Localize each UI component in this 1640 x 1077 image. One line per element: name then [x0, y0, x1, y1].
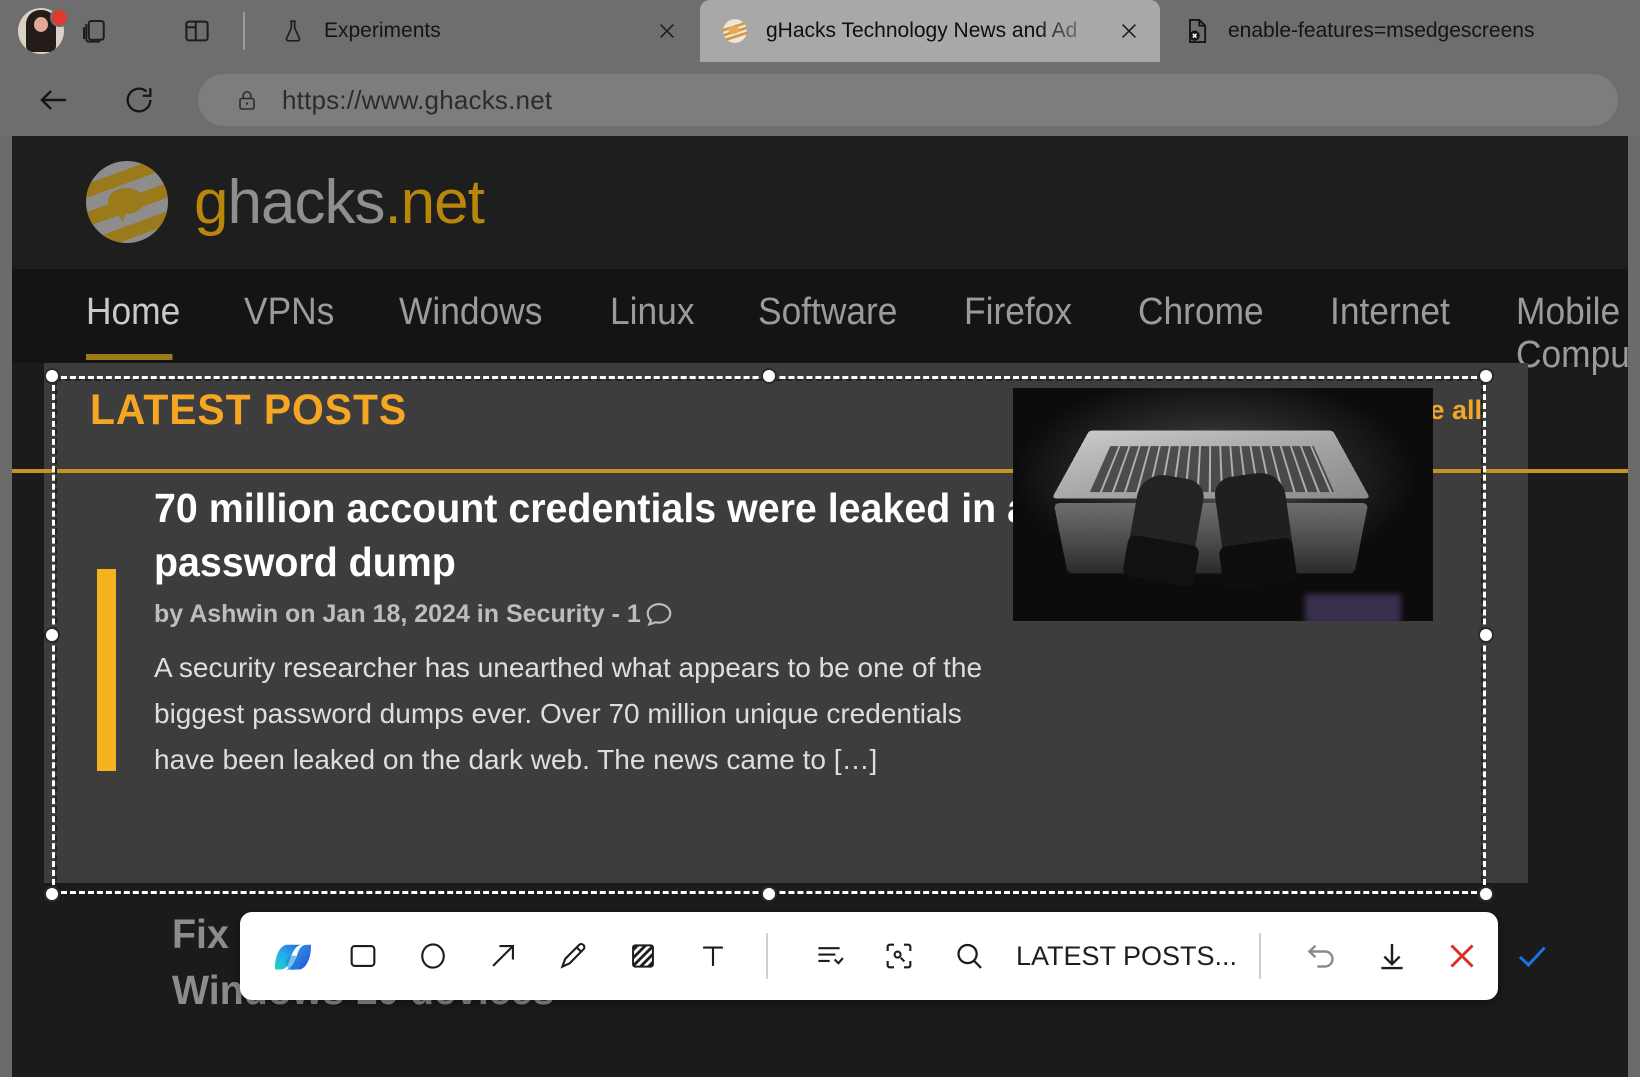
close-button[interactable]	[1431, 925, 1493, 987]
post-excerpt: A security researcher has unearthed what…	[154, 652, 983, 775]
navigation-bar: https://www.ghacks.net	[0, 62, 1640, 136]
visual-search-button[interactable]	[868, 925, 930, 987]
save-button[interactable]	[1361, 925, 1423, 987]
browser-tab-ghacks[interactable]: gHacks Technology News and Ad	[700, 0, 1160, 62]
arrow-tool-button[interactable]	[472, 925, 534, 987]
selection-handle-top-right[interactable]	[1478, 368, 1494, 384]
rectangle-tool-button[interactable]	[332, 925, 394, 987]
logo-text-net: .net	[384, 167, 484, 237]
selection-handle-bottom-left[interactable]	[44, 886, 60, 902]
selection-handle-middle-right[interactable]	[1478, 627, 1494, 643]
post-accent-bar	[97, 569, 116, 771]
nav-item-chrome[interactable]: Chrome	[1138, 269, 1264, 334]
tab-strip: Experiments gHacks Technology News and A…	[0, 0, 1640, 62]
blocked-file-icon	[1182, 16, 1212, 46]
undo-button[interactable]	[1291, 925, 1353, 987]
browser-chrome: Experiments gHacks Technology News and A…	[0, 0, 1640, 136]
profile-notification-badge	[50, 8, 69, 27]
selection-handle-top-center[interactable]	[761, 368, 777, 384]
tab-title: gHacks Technology News and Ad	[766, 19, 1078, 42]
browser-tab-experiments[interactable]: Experiments	[258, 0, 698, 62]
confirm-button[interactable]	[1501, 925, 1563, 987]
toolbar-divider-1	[766, 933, 768, 979]
text-tool-button[interactable]	[682, 925, 744, 987]
back-icon[interactable]	[32, 78, 76, 122]
screenshot-capture-toolbar: LATEST POSTS...	[240, 912, 1546, 1000]
section-title: LATEST POSTS	[90, 386, 408, 434]
toolbar-divider-2	[1259, 933, 1262, 979]
nav-item-windows[interactable]: Windows	[399, 269, 542, 334]
ghacks-globe-icon	[720, 16, 750, 46]
nav-item-vpns[interactable]: VPNs	[244, 269, 334, 334]
selection-handle-bottom-center[interactable]	[761, 886, 777, 902]
browser-tab-enable-features[interactable]: enable-features=msedgescreens	[1162, 0, 1640, 62]
selection-handle-middle-left[interactable]	[44, 627, 60, 643]
address-bar[interactable]: https://www.ghacks.net	[198, 74, 1618, 126]
logo-text-hacks: hacks	[227, 167, 385, 237]
selection-handle-bottom-right[interactable]	[1478, 886, 1494, 902]
tab-close-icon[interactable]	[650, 14, 684, 48]
split-screen-icon[interactable]	[180, 14, 214, 48]
copilot-icon[interactable]	[262, 925, 324, 987]
tab-title: enable-features=msedgescreens	[1228, 19, 1535, 42]
comment-icon[interactable]	[644, 599, 674, 629]
nav-item-mobile-computing[interactable]: Mobile Computing	[1516, 269, 1628, 377]
nav-item-software[interactable]: Software	[758, 269, 897, 334]
chrome-separator	[243, 12, 245, 50]
tab-title: Experiments	[324, 19, 441, 42]
ghacks-globe-logo-icon	[86, 161, 168, 243]
address-bar-url: https://www.ghacks.net	[282, 84, 553, 115]
nav-item-internet[interactable]: Internet	[1330, 269, 1450, 334]
post-meta-text: by Ashwin on Jan 18, 2024 in Security - …	[154, 599, 641, 628]
site-name: ghacks.net	[194, 167, 485, 238]
site-header: ghacks.net	[12, 136, 1628, 269]
ellipse-tool-button[interactable]	[402, 925, 464, 987]
site-logo[interactable]: ghacks.net	[86, 161, 485, 243]
nav-item-firefox[interactable]: Firefox	[964, 269, 1072, 334]
lock-icon	[234, 86, 260, 114]
post-meta: by Ashwin on Jan 18, 2024 in Security - …	[154, 599, 674, 629]
highlighter-tool-button[interactable]	[612, 925, 674, 987]
logo-text-g: g	[194, 167, 228, 237]
reload-icon[interactable]	[117, 78, 161, 122]
nav-item-home[interactable]: Home	[86, 269, 180, 360]
tab-close-icon[interactable]	[1112, 14, 1146, 48]
nav-item-linux[interactable]: Linux	[610, 269, 694, 334]
selection-label: LATEST POSTS...	[1016, 940, 1238, 971]
selection-handle-top-left[interactable]	[44, 368, 60, 384]
extract-text-button[interactable]	[798, 925, 860, 987]
pen-tool-button[interactable]	[542, 925, 604, 987]
site-navigation: Home VPNs Windows Linux Software Firefox…	[12, 269, 1628, 376]
search-button[interactable]	[938, 925, 1000, 987]
post-thumbnail-image[interactable]	[1013, 388, 1433, 621]
flask-icon	[278, 16, 308, 46]
avatar-face	[34, 17, 48, 32]
collections-icon[interactable]	[78, 14, 112, 48]
